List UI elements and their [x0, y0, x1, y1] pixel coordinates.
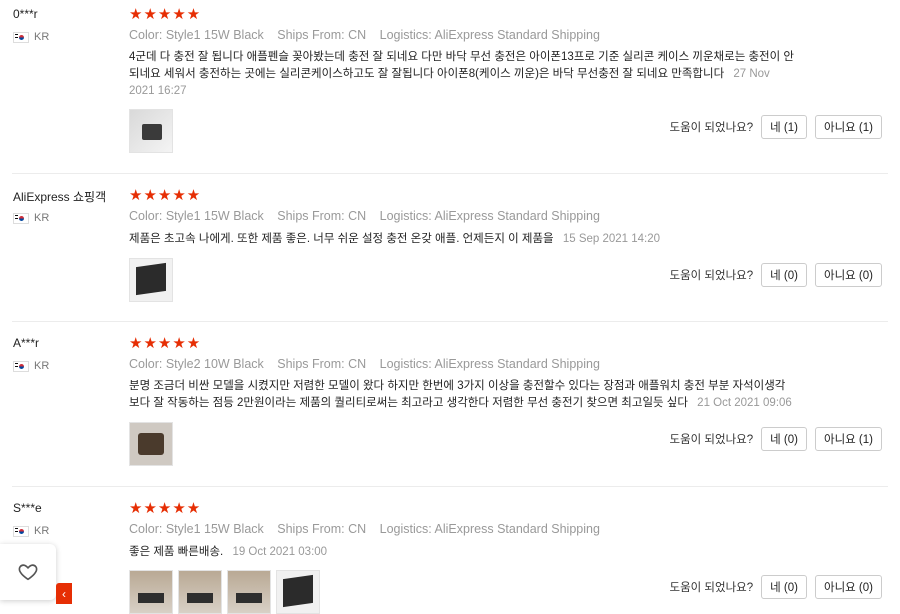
review-color: Color: Style1 15W Black	[129, 209, 264, 223]
review-photo[interactable]	[178, 570, 222, 614]
reviewer-country: KR	[13, 212, 49, 224]
review-photo[interactable]	[129, 109, 173, 153]
review-item: S***e KR ★★★★★ Color: Style1 15W Black S…	[0, 487, 900, 614]
review-color: Color: Style2 10W Black	[129, 357, 264, 371]
star-rating: ★★★★★	[129, 500, 202, 517]
helpful-no-button[interactable]: 아니요 (0)	[815, 575, 882, 599]
reviewer-country: KR	[13, 525, 49, 537]
korea-flag-icon	[13, 360, 29, 372]
review-body: 좋은 제품 빠른배송.	[129, 546, 224, 558]
review-text: 분명 조금더 비싼 모델을 시켰지만 저렴한 모델이 왔다 하지만 한번에 3가…	[129, 378, 794, 412]
review-photo[interactable]	[129, 570, 173, 614]
review-photo[interactable]	[276, 570, 320, 614]
review-ships-from: Ships From: CN	[277, 357, 367, 371]
review-photos	[129, 422, 173, 466]
review-meta: Color: Style1 15W Black Ships From: CN L…	[129, 209, 610, 223]
review-photos	[129, 570, 320, 614]
review-meta: Color: Style1 15W Black Ships From: CN L…	[129, 28, 610, 42]
helpful-yes-button[interactable]: 네 (1)	[761, 115, 807, 139]
review-logistics: Logistics: AliExpress Standard Shipping	[379, 209, 600, 223]
korea-flag-icon	[13, 31, 29, 43]
review-photos	[129, 109, 173, 153]
review-item: A***r KR ★★★★★ Color: Style2 10W Black S…	[0, 322, 900, 486]
helpful-no-button[interactable]: 아니요 (1)	[815, 427, 882, 451]
wishlist-button[interactable]	[0, 544, 56, 600]
chevron-left-icon: ‹	[62, 586, 66, 601]
star-rating: ★★★★★	[129, 6, 202, 23]
review-ships-from: Ships From: CN	[277, 209, 367, 223]
reviewer-country: KR	[13, 360, 49, 372]
reviewer-name: AliExpress 쇼핑객	[13, 190, 107, 204]
helpful-label: 도움이 되었나요?	[669, 270, 754, 282]
review-text: 좋은 제품 빠른배송. 19 Oct 2021 03:00	[129, 544, 794, 561]
korea-flag-icon	[13, 525, 29, 537]
review-color: Color: Style1 15W Black	[129, 522, 264, 536]
review-body: 분명 조금더 비싼 모델을 시켰지만 저렴한 모델이 왔다 하지만 한번에 3가…	[129, 380, 786, 409]
review-ships-from: Ships From: CN	[277, 522, 367, 536]
review-meta: Color: Style1 15W Black Ships From: CN L…	[129, 522, 610, 536]
review-date: 19 Oct 2021 03:00	[232, 546, 328, 558]
helpful-no-button[interactable]: 아니요 (1)	[815, 115, 882, 139]
helpful-label: 도움이 되었나요?	[669, 582, 754, 594]
reviewer-name: 0***r	[13, 7, 38, 21]
review-text: 제품은 초고속 나에게. 또한 제품 좋은. 너무 쉬운 설정 충전 온갖 애플…	[129, 231, 794, 248]
heart-icon	[18, 564, 38, 581]
review-meta: Color: Style2 10W Black Ships From: CN L…	[129, 357, 610, 371]
star-rating: ★★★★★	[129, 335, 202, 352]
helpful-yes-button[interactable]: 네 (0)	[761, 263, 807, 287]
review-ships-from: Ships From: CN	[277, 28, 367, 42]
helpful-vote: 도움이 되었나요? 네 (0) 아니요 (1)	[669, 427, 882, 451]
reviewer-name: A***r	[13, 336, 40, 350]
reviewer-country: KR	[13, 31, 49, 43]
review-color: Color: Style1 15W Black	[129, 28, 264, 42]
reviewer-name: S***e	[13, 501, 42, 515]
review-photo[interactable]	[129, 258, 173, 302]
helpful-yes-button[interactable]: 네 (0)	[761, 427, 807, 451]
review-body: 4군데 다 충전 잘 됩니다 애플펜슬 꽂아봤는데 충전 잘 되네요 다만 바닥…	[129, 51, 794, 80]
country-code: KR	[34, 31, 50, 43]
helpful-label: 도움이 되었나요?	[669, 434, 754, 446]
country-code: KR	[34, 525, 50, 537]
helpful-no-button[interactable]: 아니요 (0)	[815, 263, 882, 287]
korea-flag-icon	[13, 212, 29, 224]
review-date: 21 Oct 2021 09:06	[697, 397, 792, 409]
review-photos	[129, 258, 173, 302]
review-body: 제품은 초고속 나에게. 또한 제품 좋은. 너무 쉬운 설정 충전 온갖 애플…	[129, 233, 554, 245]
review-logistics: Logistics: AliExpress Standard Shipping	[379, 522, 600, 536]
review-item: 0***r KR ★★★★★ Color: Style1 15W Black S…	[0, 0, 900, 173]
review-photo[interactable]	[227, 570, 271, 614]
helpful-yes-button[interactable]: 네 (0)	[761, 575, 807, 599]
helpful-vote: 도움이 되었나요? 네 (1) 아니요 (1)	[669, 115, 882, 139]
helpful-label: 도움이 되었나요?	[669, 122, 754, 134]
helpful-vote: 도움이 되었나요? 네 (0) 아니요 (0)	[669, 263, 882, 287]
country-code: KR	[34, 212, 50, 224]
review-photo[interactable]	[129, 422, 173, 466]
review-item: AliExpress 쇼핑객 KR ★★★★★ Color: Style1 15…	[0, 174, 900, 321]
helpful-vote: 도움이 되었나요? 네 (0) 아니요 (0)	[669, 575, 882, 599]
review-logistics: Logistics: AliExpress Standard Shipping	[379, 357, 600, 371]
review-text: 4군데 다 충전 잘 됩니다 애플펜슬 꽂아봤는데 충전 잘 되네요 다만 바닥…	[129, 49, 794, 100]
collapse-tab[interactable]: ‹	[56, 583, 72, 604]
review-date: 15 Sep 2021 14:20	[562, 233, 661, 245]
star-rating: ★★★★★	[129, 187, 202, 204]
review-logistics: Logistics: AliExpress Standard Shipping	[379, 28, 600, 42]
country-code: KR	[34, 360, 50, 372]
